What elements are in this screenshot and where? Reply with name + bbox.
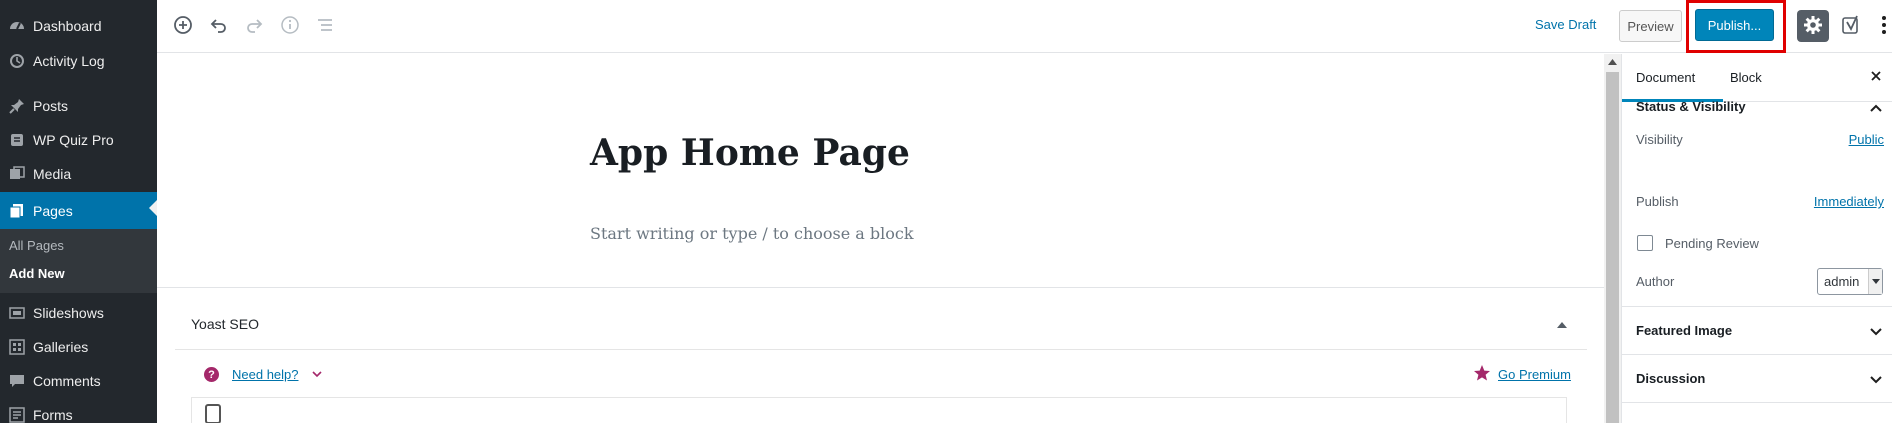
yoast-icon (1841, 14, 1863, 39)
preview-button[interactable]: Preview (1619, 10, 1682, 42)
settings-toggle-button[interactable] (1797, 10, 1829, 42)
post-title[interactable]: App Home Page (590, 132, 910, 174)
go-premium-link[interactable]: Go Premium (1498, 367, 1571, 382)
menu-label: Activity Log (33, 53, 105, 69)
menu-label: Galleries (33, 339, 89, 355)
publish-date-link[interactable]: Immediately (1814, 194, 1884, 209)
menu-item-pages[interactable]: Pages (0, 192, 157, 229)
dashboard-icon (0, 17, 33, 35)
menu-item-comments[interactable]: Comments (0, 365, 157, 397)
snippet-preview-panel[interactable] (191, 397, 1567, 423)
submenu-all-pages[interactable]: All Pages (9, 238, 64, 253)
menu-item-forms[interactable]: Forms (0, 399, 157, 423)
menu-label: WP Quiz Pro (33, 132, 114, 148)
menu-label: Forms (33, 407, 73, 423)
menu-label: Slideshows (33, 305, 104, 321)
yoast-sidebar-button[interactable] (1837, 11, 1867, 41)
pages-icon (0, 203, 33, 219)
add-block-icon[interactable] (171, 13, 195, 37)
undo-icon[interactable] (207, 13, 231, 37)
chevron-down-icon[interactable] (310, 368, 324, 380)
author-select-value: admin (1824, 274, 1860, 289)
chevron-down-icon[interactable] (1869, 325, 1883, 336)
slideshow-icon (0, 305, 33, 321)
menu-label: Media (33, 166, 72, 182)
chevron-down-icon[interactable] (1869, 373, 1883, 384)
menu-item-dashboard[interactable]: Dashboard (0, 10, 157, 42)
editor-toolbar: Save Draft Preview Publish... (157, 0, 1892, 53)
pending-review-label[interactable]: Pending Review (1665, 236, 1759, 251)
redo-icon[interactable] (242, 13, 266, 37)
tab-document[interactable]: Document (1636, 70, 1695, 85)
pages-submenu: All Pages Add New (0, 229, 157, 293)
divider (1622, 402, 1892, 403)
menu-item-slideshows[interactable]: Slideshows (0, 297, 157, 329)
menu-label: Comments (33, 373, 101, 389)
menu-label: Pages (33, 202, 73, 219)
need-help-link[interactable]: Need help? (232, 367, 299, 382)
forms-icon (0, 407, 33, 423)
media-icon (0, 166, 33, 182)
gallery-icon (0, 339, 33, 355)
yoast-metabox-title: Yoast SEO (191, 316, 259, 332)
divider (1622, 306, 1892, 307)
quiz-icon (0, 132, 33, 148)
save-draft-button[interactable]: Save Draft (1535, 17, 1596, 32)
scrollbar-thumb[interactable] (1606, 72, 1619, 423)
publish-label: Publish (1636, 194, 1679, 209)
visibility-label: Visibility (1636, 132, 1683, 147)
gear-icon (1803, 15, 1823, 38)
pending-review-checkbox[interactable] (1637, 235, 1653, 251)
admin-sidebar: Dashboard Activity Log Posts WP Quiz Pro… (0, 0, 157, 423)
menu-label: Dashboard (33, 18, 102, 34)
scroll-up-icon[interactable] (1604, 54, 1621, 70)
collapse-toggle-icon[interactable] (1556, 318, 1568, 328)
menu-label: Posts (33, 98, 69, 114)
divider (175, 349, 1587, 350)
outline-icon[interactable] (313, 13, 337, 37)
history-icon (0, 53, 33, 69)
settings-sidebar: Document Block Status & Visibility Visib… (1621, 54, 1892, 423)
block-placeholder[interactable]: Start writing or type / to choose a bloc… (590, 224, 914, 243)
wordpress-block-editor: Dashboard Activity Log Posts WP Quiz Pro… (0, 0, 1892, 423)
panel-title-status-visibility[interactable]: Status & Visibility (1636, 99, 1746, 114)
panel-title-featured-image[interactable]: Featured Image (1636, 323, 1732, 338)
help-icon[interactable]: ? (204, 367, 219, 382)
snippet-preview-icon (205, 404, 221, 423)
close-icon[interactable] (1868, 68, 1884, 84)
pushpin-icon (0, 98, 33, 114)
panel-title-discussion[interactable]: Discussion (1636, 371, 1705, 386)
author-label: Author (1636, 274, 1675, 289)
submenu-add-new[interactable]: Add New (9, 266, 65, 281)
menu-item-wp-quiz-pro[interactable]: WP Quiz Pro (0, 124, 157, 156)
star-icon (1473, 364, 1491, 382)
divider (1622, 354, 1892, 355)
menu-item-posts[interactable]: Posts (0, 90, 157, 122)
comment-icon (0, 373, 33, 389)
visibility-value-link[interactable]: Public (1849, 132, 1884, 147)
publish-button[interactable]: Publish... (1695, 9, 1774, 41)
chevron-down-icon (1868, 269, 1882, 294)
info-icon[interactable] (278, 13, 302, 37)
more-options-button[interactable] (1872, 11, 1892, 41)
chevron-up-icon[interactable] (1869, 101, 1883, 112)
menu-item-galleries[interactable]: Galleries (0, 331, 157, 363)
editor-canvas: App Home Page Start writing or type / to… (157, 54, 1604, 423)
author-select[interactable]: admin (1817, 268, 1883, 295)
menu-item-activity-log[interactable]: Activity Log (0, 45, 157, 77)
tab-block[interactable]: Block (1730, 70, 1762, 85)
more-vertical-icon (1881, 15, 1887, 38)
menu-item-media[interactable]: Media (0, 158, 157, 190)
divider (157, 287, 1604, 288)
sidebar-tabs: Document Block (1622, 54, 1892, 102)
